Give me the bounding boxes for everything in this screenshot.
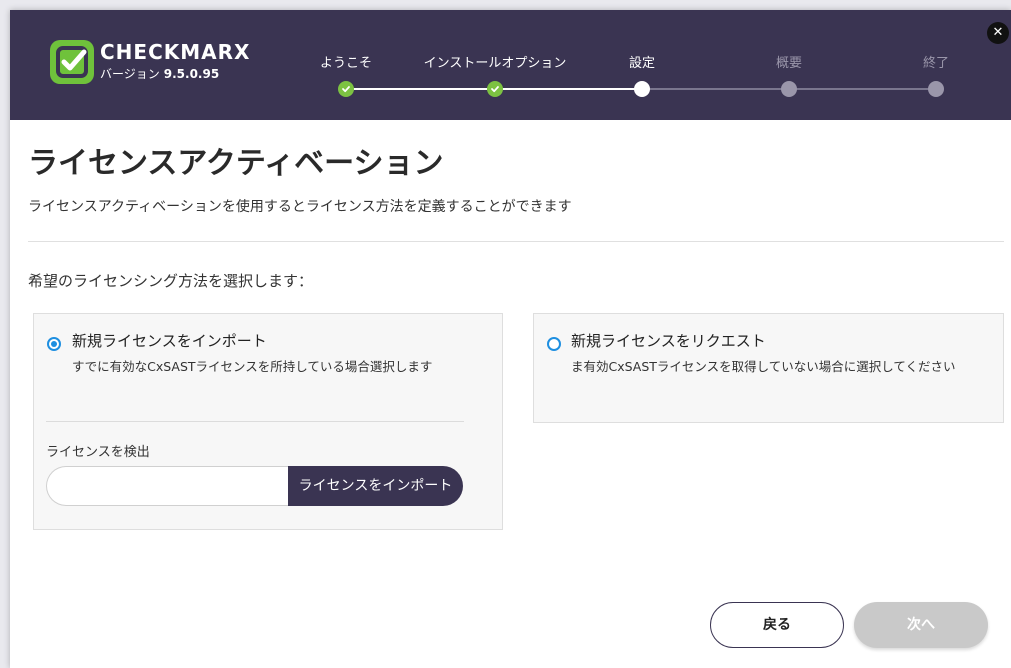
card-divider bbox=[46, 421, 464, 422]
import-license-title[interactable]: 新規ライセンスをインポート bbox=[72, 330, 267, 351]
import-license-card[interactable]: 新規ライセンスをインポート すでに有効なCxSASTライセンスを所持している場合… bbox=[33, 313, 503, 530]
page-subtitle: ライセンスアクティベーションを使用するとライセンス方法を定義することができます bbox=[28, 199, 572, 215]
page-title: ライセンスアクティベーション bbox=[28, 146, 444, 181]
step-connector bbox=[642, 88, 789, 90]
close-button[interactable]: ✕ bbox=[987, 22, 1009, 44]
section-divider bbox=[28, 241, 1004, 242]
import-license-button[interactable]: ライセンスをインポート bbox=[288, 466, 463, 506]
next-button[interactable]: 次へ bbox=[854, 602, 988, 648]
import-license-radio[interactable] bbox=[47, 337, 61, 351]
licensing-method-prompt: 希望のライセンシング方法を選択します： bbox=[28, 272, 314, 290]
step-connector bbox=[346, 88, 495, 90]
back-button[interactable]: 戻る bbox=[710, 602, 844, 648]
request-license-card[interactable]: 新規ライセンスをリクエスト ま有効CxSASTライセンスを取得していない場合に選… bbox=[533, 313, 1004, 423]
step-done-check-icon bbox=[338, 81, 354, 97]
import-license-description: すでに有効なCxSASTライセンスを所持している場合選択します bbox=[72, 359, 433, 374]
request-license-description: ま有効CxSASTライセンスを取得していない場合に選択してください bbox=[571, 359, 956, 374]
step-done-check-icon bbox=[487, 81, 503, 97]
step-future-dot bbox=[781, 81, 797, 97]
step-label-settings: 設定 bbox=[628, 56, 656, 71]
step-label-summary: 概要 bbox=[775, 56, 803, 71]
license-file-label: ライセンスを検出 bbox=[46, 445, 150, 460]
step-connector bbox=[789, 88, 936, 90]
step-label-welcome: ようこそ bbox=[319, 56, 373, 71]
header-bar: CHECKMARX バージョン 9.5.0.95 ようこそ インストールオプション… bbox=[10, 10, 1011, 120]
request-license-radio[interactable] bbox=[547, 337, 561, 351]
step-label-install-options: インストールオプション bbox=[423, 56, 567, 71]
installer-window: CHECKMARX バージョン 9.5.0.95 ようこそ インストールオプション… bbox=[10, 10, 1011, 668]
step-connector bbox=[495, 88, 642, 90]
request-license-title[interactable]: 新規ライセンスをリクエスト bbox=[571, 330, 766, 351]
license-file-input[interactable] bbox=[46, 466, 306, 506]
progress-stepper: ようこそ インストールオプション 設定 概要 終了 bbox=[10, 10, 1011, 120]
step-label-finish: 終了 bbox=[922, 56, 950, 71]
step-future-dot bbox=[928, 81, 944, 97]
step-current-dot bbox=[634, 81, 650, 97]
